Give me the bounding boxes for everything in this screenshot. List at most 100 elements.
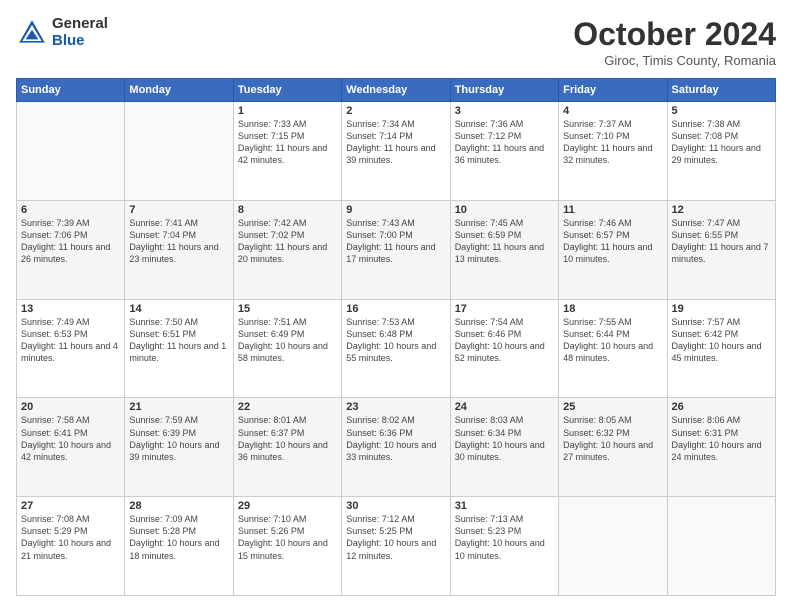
day-number: 2	[346, 105, 445, 117]
day-info: Sunrise: 7:47 AM Sunset: 6:55 PM Dayligh…	[672, 217, 771, 266]
calendar-cell: 27Sunrise: 7:08 AM Sunset: 5:29 PM Dayli…	[17, 497, 125, 596]
calendar-cell: 7Sunrise: 7:41 AM Sunset: 7:04 PM Daylig…	[125, 200, 233, 299]
calendar-cell	[125, 102, 233, 201]
day-info: Sunrise: 8:06 AM Sunset: 6:31 PM Dayligh…	[672, 414, 771, 463]
day-info: Sunrise: 7:10 AM Sunset: 5:26 PM Dayligh…	[238, 513, 337, 562]
day-number: 16	[346, 303, 445, 315]
calendar-cell	[559, 497, 667, 596]
day-number: 19	[672, 303, 771, 315]
calendar-week-row: 6Sunrise: 7:39 AM Sunset: 7:06 PM Daylig…	[17, 200, 776, 299]
calendar-cell: 8Sunrise: 7:42 AM Sunset: 7:02 PM Daylig…	[233, 200, 341, 299]
day-number: 15	[238, 303, 337, 315]
calendar-cell: 24Sunrise: 8:03 AM Sunset: 6:34 PM Dayli…	[450, 398, 558, 497]
day-info: Sunrise: 7:12 AM Sunset: 5:25 PM Dayligh…	[346, 513, 445, 562]
calendar-cell: 9Sunrise: 7:43 AM Sunset: 7:00 PM Daylig…	[342, 200, 450, 299]
calendar-cell: 20Sunrise: 7:58 AM Sunset: 6:41 PM Dayli…	[17, 398, 125, 497]
calendar-cell: 12Sunrise: 7:47 AM Sunset: 6:55 PM Dayli…	[667, 200, 775, 299]
day-number: 6	[21, 204, 120, 216]
month-title: October 2024	[573, 16, 776, 53]
logo-text: General Blue	[52, 16, 108, 49]
day-info: Sunrise: 7:55 AM Sunset: 6:44 PM Dayligh…	[563, 316, 662, 365]
day-info: Sunrise: 7:50 AM Sunset: 6:51 PM Dayligh…	[129, 316, 228, 365]
day-info: Sunrise: 7:57 AM Sunset: 6:42 PM Dayligh…	[672, 316, 771, 365]
col-monday: Monday	[125, 79, 233, 102]
calendar-cell	[17, 102, 125, 201]
day-info: Sunrise: 7:49 AM Sunset: 6:53 PM Dayligh…	[21, 316, 120, 365]
col-sunday: Sunday	[17, 79, 125, 102]
day-info: Sunrise: 7:42 AM Sunset: 7:02 PM Dayligh…	[238, 217, 337, 266]
calendar-cell	[667, 497, 775, 596]
day-number: 3	[455, 105, 554, 117]
day-info: Sunrise: 7:13 AM Sunset: 5:23 PM Dayligh…	[455, 513, 554, 562]
day-info: Sunrise: 8:01 AM Sunset: 6:37 PM Dayligh…	[238, 414, 337, 463]
calendar-cell: 5Sunrise: 7:38 AM Sunset: 7:08 PM Daylig…	[667, 102, 775, 201]
calendar-cell: 11Sunrise: 7:46 AM Sunset: 6:57 PM Dayli…	[559, 200, 667, 299]
calendar-header-row: Sunday Monday Tuesday Wednesday Thursday…	[17, 79, 776, 102]
calendar-cell: 23Sunrise: 8:02 AM Sunset: 6:36 PM Dayli…	[342, 398, 450, 497]
calendar-table: Sunday Monday Tuesday Wednesday Thursday…	[16, 78, 776, 596]
day-number: 31	[455, 500, 554, 512]
calendar-cell: 21Sunrise: 7:59 AM Sunset: 6:39 PM Dayli…	[125, 398, 233, 497]
calendar-week-row: 20Sunrise: 7:58 AM Sunset: 6:41 PM Dayli…	[17, 398, 776, 497]
day-number: 8	[238, 204, 337, 216]
calendar-cell: 18Sunrise: 7:55 AM Sunset: 6:44 PM Dayli…	[559, 299, 667, 398]
calendar-week-row: 1Sunrise: 7:33 AM Sunset: 7:15 PM Daylig…	[17, 102, 776, 201]
logo-icon	[16, 17, 48, 49]
day-info: Sunrise: 7:39 AM Sunset: 7:06 PM Dayligh…	[21, 217, 120, 266]
day-number: 27	[21, 500, 120, 512]
page: General Blue October 2024 Giroc, Timis C…	[0, 0, 792, 612]
calendar-week-row: 13Sunrise: 7:49 AM Sunset: 6:53 PM Dayli…	[17, 299, 776, 398]
day-number: 12	[672, 204, 771, 216]
calendar-cell: 4Sunrise: 7:37 AM Sunset: 7:10 PM Daylig…	[559, 102, 667, 201]
calendar-cell: 2Sunrise: 7:34 AM Sunset: 7:14 PM Daylig…	[342, 102, 450, 201]
day-info: Sunrise: 7:59 AM Sunset: 6:39 PM Dayligh…	[129, 414, 228, 463]
day-info: Sunrise: 7:51 AM Sunset: 6:49 PM Dayligh…	[238, 316, 337, 365]
day-info: Sunrise: 7:37 AM Sunset: 7:10 PM Dayligh…	[563, 118, 662, 167]
title-block: October 2024 Giroc, Timis County, Romani…	[573, 16, 776, 68]
day-number: 5	[672, 105, 771, 117]
calendar-cell: 22Sunrise: 8:01 AM Sunset: 6:37 PM Dayli…	[233, 398, 341, 497]
col-friday: Friday	[559, 79, 667, 102]
day-info: Sunrise: 7:08 AM Sunset: 5:29 PM Dayligh…	[21, 513, 120, 562]
calendar-cell: 26Sunrise: 8:06 AM Sunset: 6:31 PM Dayli…	[667, 398, 775, 497]
day-info: Sunrise: 8:03 AM Sunset: 6:34 PM Dayligh…	[455, 414, 554, 463]
day-info: Sunrise: 7:36 AM Sunset: 7:12 PM Dayligh…	[455, 118, 554, 167]
col-wednesday: Wednesday	[342, 79, 450, 102]
day-info: Sunrise: 7:53 AM Sunset: 6:48 PM Dayligh…	[346, 316, 445, 365]
day-number: 14	[129, 303, 228, 315]
calendar-cell: 14Sunrise: 7:50 AM Sunset: 6:51 PM Dayli…	[125, 299, 233, 398]
day-info: Sunrise: 7:38 AM Sunset: 7:08 PM Dayligh…	[672, 118, 771, 167]
day-number: 11	[563, 204, 662, 216]
calendar-cell: 16Sunrise: 7:53 AM Sunset: 6:48 PM Dayli…	[342, 299, 450, 398]
calendar-cell: 13Sunrise: 7:49 AM Sunset: 6:53 PM Dayli…	[17, 299, 125, 398]
calendar-cell: 25Sunrise: 8:05 AM Sunset: 6:32 PM Dayli…	[559, 398, 667, 497]
day-number: 24	[455, 401, 554, 413]
calendar-cell: 1Sunrise: 7:33 AM Sunset: 7:15 PM Daylig…	[233, 102, 341, 201]
calendar-cell: 30Sunrise: 7:12 AM Sunset: 5:25 PM Dayli…	[342, 497, 450, 596]
day-info: Sunrise: 8:05 AM Sunset: 6:32 PM Dayligh…	[563, 414, 662, 463]
day-info: Sunrise: 7:45 AM Sunset: 6:59 PM Dayligh…	[455, 217, 554, 266]
day-info: Sunrise: 7:41 AM Sunset: 7:04 PM Dayligh…	[129, 217, 228, 266]
day-info: Sunrise: 7:58 AM Sunset: 6:41 PM Dayligh…	[21, 414, 120, 463]
day-number: 13	[21, 303, 120, 315]
header: General Blue October 2024 Giroc, Timis C…	[16, 16, 776, 68]
calendar-cell: 10Sunrise: 7:45 AM Sunset: 6:59 PM Dayli…	[450, 200, 558, 299]
day-number: 21	[129, 401, 228, 413]
day-number: 7	[129, 204, 228, 216]
logo-blue-text: Blue	[52, 33, 108, 50]
day-number: 28	[129, 500, 228, 512]
day-info: Sunrise: 7:09 AM Sunset: 5:28 PM Dayligh…	[129, 513, 228, 562]
day-info: Sunrise: 7:46 AM Sunset: 6:57 PM Dayligh…	[563, 217, 662, 266]
logo-general-text: General	[52, 16, 108, 33]
calendar-cell: 19Sunrise: 7:57 AM Sunset: 6:42 PM Dayli…	[667, 299, 775, 398]
calendar-cell: 3Sunrise: 7:36 AM Sunset: 7:12 PM Daylig…	[450, 102, 558, 201]
day-number: 20	[21, 401, 120, 413]
day-info: Sunrise: 7:54 AM Sunset: 6:46 PM Dayligh…	[455, 316, 554, 365]
day-number: 25	[563, 401, 662, 413]
day-info: Sunrise: 7:43 AM Sunset: 7:00 PM Dayligh…	[346, 217, 445, 266]
day-info: Sunrise: 7:33 AM Sunset: 7:15 PM Dayligh…	[238, 118, 337, 167]
calendar-cell: 15Sunrise: 7:51 AM Sunset: 6:49 PM Dayli…	[233, 299, 341, 398]
col-thursday: Thursday	[450, 79, 558, 102]
day-number: 22	[238, 401, 337, 413]
calendar-cell: 31Sunrise: 7:13 AM Sunset: 5:23 PM Dayli…	[450, 497, 558, 596]
